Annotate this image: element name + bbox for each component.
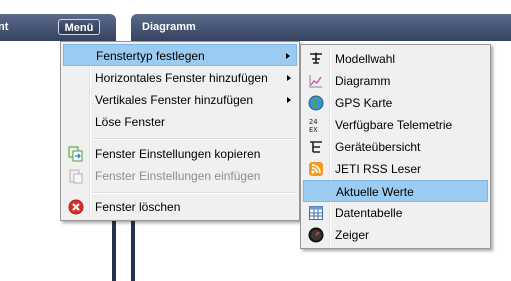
menu-item-detach-window[interactable]: Löse Fenster bbox=[63, 111, 297, 133]
telemetry-icon: 24 EX bbox=[309, 118, 318, 133]
submenu-arrow-icon bbox=[287, 97, 291, 103]
menu-item-delete-window[interactable]: Fenster löschen bbox=[63, 196, 297, 218]
submenu-arrow-icon bbox=[287, 75, 291, 81]
chart-icon bbox=[309, 75, 322, 88]
gauge-icon bbox=[308, 227, 324, 243]
menu-item-add-horizontal-window[interactable]: Horizontales Fenster hinzufügen bbox=[63, 67, 297, 89]
submenu-item-gps-map[interactable]: GPS Karte bbox=[303, 92, 488, 114]
context-menu: Fenstertyp festlegen Horizontales Fenste… bbox=[60, 41, 300, 221]
copy-settings-icon bbox=[68, 146, 83, 162]
svg-text:24: 24 bbox=[309, 118, 317, 126]
right-panel-header: Diagramm bbox=[131, 14, 511, 41]
rss-icon bbox=[309, 162, 323, 176]
submenu-item-current-values[interactable]: Aktuelle Werte bbox=[303, 180, 488, 202]
menu-item-label: Vertikales Fenster hinzufügen bbox=[95, 93, 254, 107]
submenu-item-label: Datentabelle bbox=[335, 206, 403, 220]
submenu-item-data-table[interactable]: Datentabelle bbox=[303, 202, 488, 224]
right-panel-title: Diagramm bbox=[142, 21, 196, 33]
left-panel-header: nt Menü bbox=[0, 14, 116, 41]
submenu-item-label: GPS Karte bbox=[335, 96, 393, 110]
submenu-item-available-telemetry[interactable]: 24 EX Verfügbare Telemetrie bbox=[303, 114, 488, 136]
menu-item-label: Löse Fenster bbox=[95, 115, 166, 129]
menu-item-copy-window-settings[interactable]: Fenster Einstellungen kopieren bbox=[63, 143, 297, 165]
submenu-item-label: JETI RSS Leser bbox=[335, 162, 422, 176]
left-panel-title: nt bbox=[0, 21, 9, 33]
device-tree-icon bbox=[310, 141, 322, 153]
menu-item-label: Fenstertyp festlegen bbox=[96, 49, 205, 63]
menu-button[interactable]: Menü bbox=[58, 19, 100, 35]
menu-item-label: Fenster Einstellungen kopieren bbox=[95, 147, 261, 161]
submenu-item-label: Zeiger bbox=[335, 228, 370, 242]
submenu-item-label: Aktuelle Werte bbox=[336, 185, 414, 199]
submenu-item-chart[interactable]: Diagramm bbox=[303, 70, 488, 92]
submenu-item-label: Verfügbare Telemetrie bbox=[335, 118, 453, 132]
menu-item-label: Fenster Einstellungen einfügen bbox=[95, 169, 261, 183]
submenu-item-label: Geräteübersicht bbox=[335, 140, 421, 154]
submenu-item-label: Modellwahl bbox=[335, 52, 396, 66]
submenu-item-gauge[interactable]: Zeiger bbox=[303, 224, 488, 246]
menu-item-add-vertical-window[interactable]: Vertikales Fenster hinzufügen bbox=[63, 89, 297, 111]
window-type-submenu: Modellwahl Diagramm GPS Karte 24 EX Verf… bbox=[300, 44, 491, 249]
menu-item-label: Horizontales Fenster hinzufügen bbox=[95, 71, 268, 85]
menu-item-set-window-type[interactable]: Fenstertyp festlegen bbox=[63, 44, 297, 66]
submenu-item-model-select[interactable]: Modellwahl bbox=[303, 48, 488, 70]
globe-icon bbox=[308, 95, 324, 111]
submenu-arrow-icon bbox=[286, 53, 290, 59]
menu-item-paste-window-settings: Fenster Einstellungen einfügen bbox=[63, 165, 297, 187]
paste-settings-icon bbox=[69, 169, 83, 184]
menu-separator bbox=[93, 138, 296, 140]
delete-icon bbox=[68, 199, 84, 215]
submenu-item-jeti-rss-reader[interactable]: JETI RSS Leser bbox=[303, 158, 488, 180]
menu-separator bbox=[93, 192, 296, 194]
model-select-icon bbox=[310, 52, 322, 64]
menu-item-label: Fenster löschen bbox=[95, 200, 181, 214]
table-icon bbox=[309, 206, 323, 220]
submenu-item-device-overview[interactable]: Geräteübersicht bbox=[303, 136, 488, 158]
submenu-item-label: Diagramm bbox=[335, 74, 391, 88]
svg-text:EX: EX bbox=[309, 126, 318, 133]
